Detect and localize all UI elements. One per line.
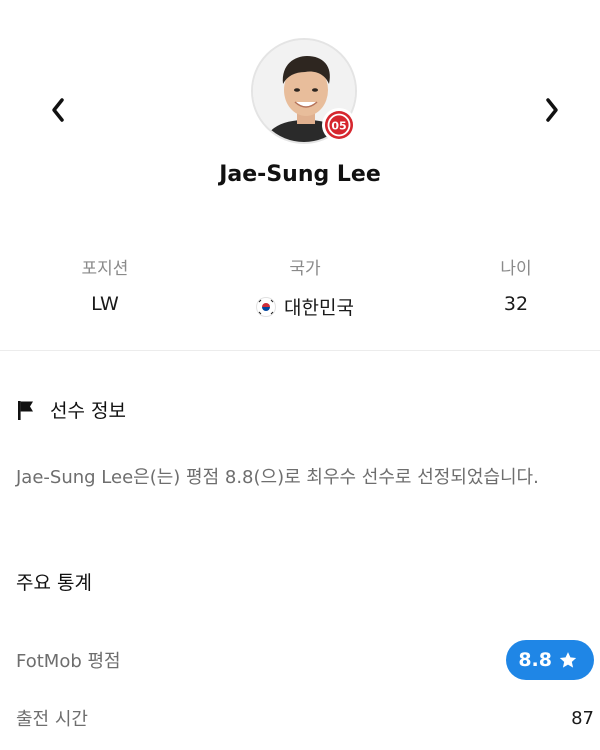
- player-avatar-container: 05: [249, 36, 359, 146]
- flag-icon: [18, 400, 33, 420]
- star-icon: [559, 652, 577, 668]
- country-label: 국가: [289, 259, 321, 279]
- key-stats-title: 주요 통계: [16, 572, 92, 594]
- next-player-button[interactable]: [534, 92, 570, 128]
- age-label: 나이: [500, 259, 532, 279]
- rating-badge[interactable]: 8.8: [506, 640, 594, 680]
- player-info-description: Jae-Sung Lee은(는) 평점 8.8(으)로 최우수 선수로 선정되었…: [16, 467, 539, 488]
- age-column: 나이 32: [436, 254, 596, 315]
- chevron-left-icon: [52, 98, 64, 122]
- position-value: LW: [25, 293, 185, 315]
- section-divider: [0, 350, 600, 351]
- previous-player-button[interactable]: [40, 92, 76, 128]
- position-label: 포지션: [81, 259, 129, 279]
- country-column: 국가 대한민국: [225, 254, 385, 320]
- player-info-heading: 선수 정보: [16, 396, 126, 423]
- age-value-text: 32: [503, 293, 529, 315]
- stat-label: 출전 시간: [16, 709, 88, 730]
- club-badge: 05: [322, 108, 356, 142]
- player-info-row: 포지션 LW 국가 대한민국 나이 32: [0, 254, 600, 324]
- svg-text:05: 05: [331, 120, 346, 133]
- player-info-title: 선수 정보: [50, 400, 126, 422]
- stat-row-minutes-played: 출전 시간 87: [16, 698, 594, 738]
- stat-label: FotMob 평점: [16, 651, 121, 672]
- position-column: 포지션 LW: [25, 254, 185, 315]
- player-name: Jae-Sung Lee: [219, 162, 381, 187]
- position-value-text: LW: [91, 293, 119, 315]
- age-value: 32: [436, 293, 596, 315]
- chevron-right-icon: [546, 98, 558, 122]
- south-korea-flag-icon: [256, 296, 277, 317]
- mainz-club-badge-icon: 05: [325, 111, 353, 139]
- stat-row-fotmob-rating: FotMob 평점 8.8: [16, 640, 594, 680]
- stat-value: 87: [571, 707, 594, 729]
- country-value: 대한민국: [225, 293, 385, 320]
- rating-value: 8.8: [518, 649, 552, 671]
- country-value-text: 대한민국: [284, 297, 354, 319]
